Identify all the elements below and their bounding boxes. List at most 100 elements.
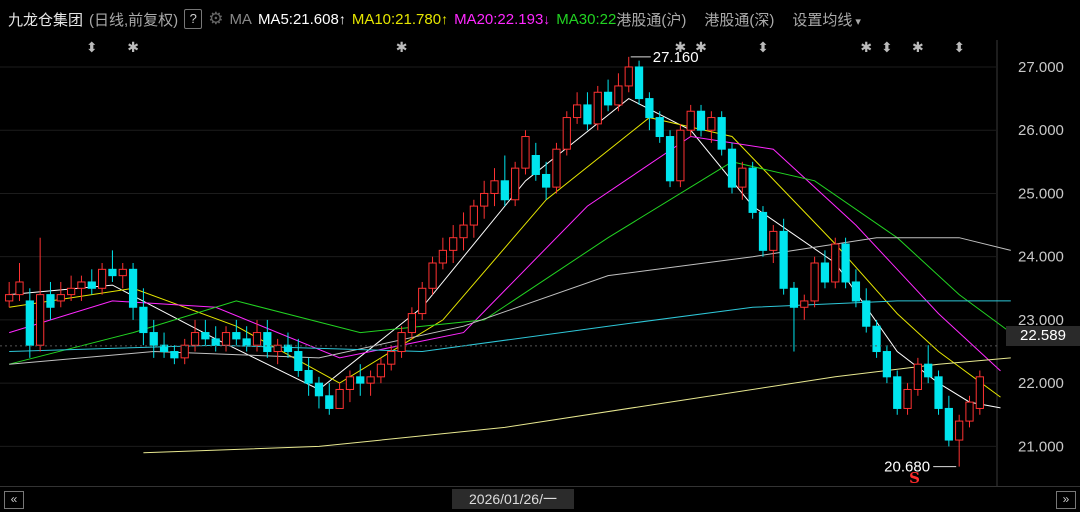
candle-body [242,338,251,346]
candle-body [924,363,933,378]
candle-body [758,211,768,251]
candle-body [335,388,344,409]
candle-body [521,136,530,169]
high-label: 27.160 [653,49,699,66]
event-marker-icon[interactable]: ⬍ [757,40,769,56]
candle-body [97,268,107,289]
candle-body [872,325,881,353]
event-marker-icon[interactable]: ⬍ [953,40,965,56]
arrow-up-icon: ↑ [338,10,346,27]
price-tick-label: 27.000 [1018,59,1064,76]
candle-body [263,332,272,353]
candle-body [841,243,850,283]
low-label: 20.680 [884,459,930,476]
arrow-down-icon: ↓ [543,10,551,27]
ma5-value: MA5:21.608↑ [257,10,346,28]
candle-body [769,230,778,251]
scroll-right-button[interactable]: » [1056,491,1076,509]
candle-body [397,332,406,353]
candle-body [789,287,799,308]
candle-body [428,262,437,289]
annotations: 27.160 20.680 S [630,49,957,486]
candle-body [36,294,45,346]
ma-line-ma5 [9,98,1001,409]
candle-body [345,376,355,390]
candle-body [717,117,726,150]
help-button[interactable]: ? [184,9,203,29]
ma-line-ma120 [9,300,1011,353]
candle-body [5,294,14,302]
candle-body [882,351,892,378]
event-marker-icon[interactable]: ✱ [912,40,924,56]
candle-body [201,332,210,340]
candle-body [511,167,520,201]
candle-body [727,148,737,188]
gear-icon[interactable]: ⚙ [208,9,223,29]
candle-body [862,300,871,327]
candle-body [800,300,809,308]
event-marker-icon[interactable]: ✱ [860,40,872,56]
candle-body [180,344,189,359]
candle-body [893,376,902,409]
event-markers[interactable]: ⬍ ✱ ✱ ✱ ✱ ⬍ ✱ ⬍ ✱ ⬍ [86,40,965,56]
candles [5,56,984,467]
candle-body [221,332,231,346]
candle-body [149,332,158,346]
price-tick-label: 25.000 [1018,185,1064,202]
candle-body [975,376,984,409]
candle-body [407,313,417,334]
candle-body [139,306,148,334]
candle-body [552,148,561,188]
price-tick-label: 22.000 [1018,375,1064,392]
candle-body [469,205,478,226]
candle-body [645,98,654,119]
moving-average-lines [9,98,1012,454]
arrow-up-icon: ↑ [441,10,449,27]
stock-name[interactable]: 九龙仓集团 [8,9,83,30]
candle-body [655,117,664,138]
candle-body [325,395,334,409]
scroll-left-button[interactable]: « [4,491,24,509]
candle-body [779,230,788,289]
candle-body [294,351,303,372]
ma-line-ma30 [9,161,1012,365]
candle-body [387,351,396,365]
candle-body [665,136,675,182]
candle-body [232,332,241,340]
event-marker-icon[interactable]: ⬍ [881,40,893,56]
candle-body [438,249,447,264]
candle-body [211,338,220,346]
candle-body [418,287,427,315]
candle-body [831,243,840,283]
candle-body [851,281,861,302]
candle-body [56,294,65,302]
price-tick-label: 24.000 [1018,249,1064,266]
settings-ma-button[interactable]: 设置均线 ▾ [792,9,861,30]
candle-body [593,91,602,125]
candle-body [696,110,706,131]
kline-chart[interactable]: 27.00026.00025.00024.00023.00022.00021.0… [0,0,1080,486]
event-marker-icon[interactable]: ✱ [396,40,408,56]
time-axis-bar: « 2026/01/26/一 » [0,486,1080,512]
link-hk-connect-sh[interactable]: 港股通(沪) [616,9,686,30]
candle-body [500,180,509,201]
candle-body [356,376,365,384]
event-marker-icon[interactable]: ✱ [127,40,139,56]
candle-body [583,104,592,125]
candle-body [459,224,468,239]
candle-body [944,407,953,441]
candle-body [170,351,179,359]
candle-body [542,173,551,188]
candle-body [686,110,695,131]
candle-body [820,262,830,283]
ma-label: MA [229,10,252,28]
candle-body [676,129,685,182]
candle-body [562,117,571,150]
link-hk-connect-sz[interactable]: 港股通(深) [704,9,774,30]
candle-body [634,66,644,100]
sell-marker[interactable]: S [909,469,920,486]
chart-mode[interactable]: (日线,前复权) [89,9,178,30]
event-marker-icon[interactable]: ⬍ [86,40,98,56]
candle-body [603,91,613,106]
chart-header: 九龙仓集团 (日线,前复权) ? ⚙ MA MA5:21.608↑ MA10:2… [0,0,1080,38]
